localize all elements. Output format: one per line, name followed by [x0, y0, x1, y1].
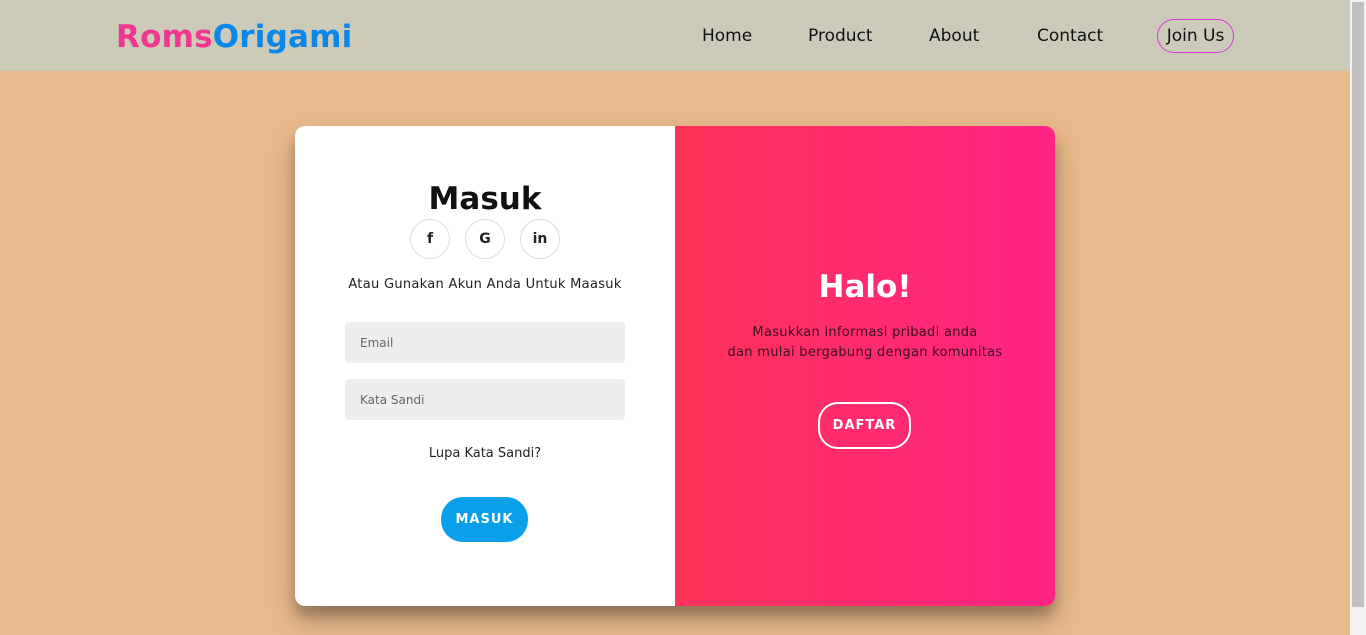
overlay-description: Masukkan informasi pribadi anda dan mula… [675, 323, 1055, 363]
email-field[interactable] [345, 322, 625, 363]
social-login-group: f G in [410, 219, 560, 259]
overlay-line-2: dan mulai bergabung dengan komunitas [727, 345, 1003, 360]
nav-home-link[interactable]: Home [702, 26, 752, 46]
google-icon[interactable]: G [465, 219, 505, 259]
signup-overlay-panel: Halo! Masukkan informasi pribadi anda da… [675, 126, 1055, 606]
facebook-glyph: f [426, 231, 434, 247]
scrollbar-thumb[interactable] [1352, 2, 1364, 607]
register-button[interactable]: DAFTAR [818, 402, 911, 449]
join-us-button[interactable]: Join Us [1157, 19, 1234, 53]
facebook-icon[interactable]: f [410, 219, 450, 259]
password-field[interactable] [345, 379, 625, 420]
overlay-title: Halo! [818, 269, 912, 305]
login-subtitle: Atau Gunakan Akun Anda Untuk Maasuk [348, 277, 622, 292]
linkedin-icon[interactable]: in [520, 219, 560, 259]
linkedin-glyph: in [532, 231, 548, 247]
login-button[interactable]: MASUK [441, 497, 528, 542]
overlay-line-1: Masukkan informasi pribadi anda [752, 325, 978, 340]
login-panel: Masuk f G in Atau Gunakan Akun Anda Untu… [295, 126, 675, 606]
nav-contact-link[interactable]: Contact [1037, 26, 1103, 46]
vertical-scrollbar[interactable] [1350, 0, 1366, 635]
nav-links: Home Product About Contact Join Us [0, 0, 1350, 71]
auth-card: Masuk f G in Atau Gunakan Akun Anda Untu… [295, 126, 1055, 606]
forgot-password-link[interactable]: Lupa Kata Sandi? [295, 446, 675, 461]
login-title: Masuk [428, 181, 542, 217]
nav-about-link[interactable]: About [929, 26, 979, 46]
google-glyph: G [479, 231, 491, 247]
nav-product-link[interactable]: Product [808, 26, 873, 46]
navbar: RomsOrigami Home Product About Contact J… [0, 0, 1350, 71]
